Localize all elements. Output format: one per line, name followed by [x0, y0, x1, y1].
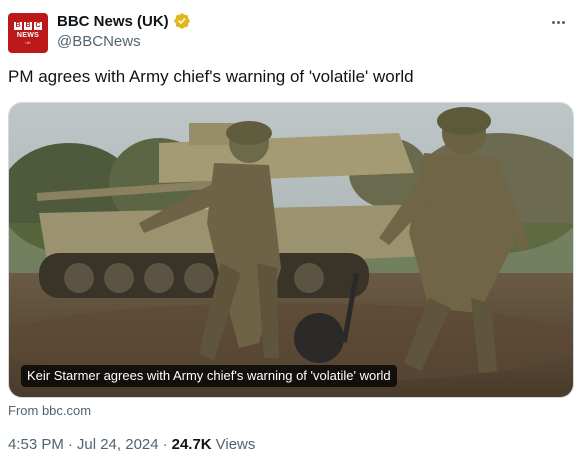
tweet: B B C NEWS UK BBC News (UK) @BBCNews PM …: [0, 0, 584, 469]
bbc-logo-block: B: [24, 21, 32, 30]
photo-soldiers-tank: [9, 103, 573, 397]
meta-separator: ·: [67, 436, 73, 453]
tweet-text: PM agrees with Army chief's warning of '…: [8, 67, 414, 86]
tweet-time[interactable]: 4:53 PM: [8, 436, 64, 453]
verified-badge-icon[interactable]: [173, 12, 191, 30]
name-row: BBC News (UK): [57, 11, 191, 31]
bbc-logo-block: B: [14, 21, 22, 30]
more-options-icon[interactable]: [546, 12, 570, 32]
views-label[interactable]: Views: [216, 436, 256, 453]
author-info: BBC News (UK) @BBCNews: [57, 11, 191, 50]
views-count[interactable]: 24.7K: [172, 436, 212, 453]
avatar-label: NEWS: [16, 31, 40, 39]
bbc-logo-block: C: [34, 21, 42, 30]
handle[interactable]: @BBCNews: [57, 33, 191, 50]
tweet-meta: 4:53 PM · Jul 24, 2024 · 24.7K Views: [8, 436, 255, 453]
avatar[interactable]: B B C NEWS UK: [8, 13, 48, 53]
card-source-link[interactable]: From bbc.com: [8, 403, 91, 418]
link-card-image[interactable]: Keir Starmer agrees with Army chief's wa…: [8, 102, 574, 398]
avatar-sublabel: UK: [25, 39, 31, 45]
bbc-logo: B B C: [14, 21, 42, 30]
tweet-date[interactable]: Jul 24, 2024: [77, 436, 159, 453]
display-name[interactable]: BBC News (UK): [57, 13, 169, 30]
meta-separator: ·: [162, 436, 168, 453]
card-caption: Keir Starmer agrees with Army chief's wa…: [21, 365, 397, 387]
